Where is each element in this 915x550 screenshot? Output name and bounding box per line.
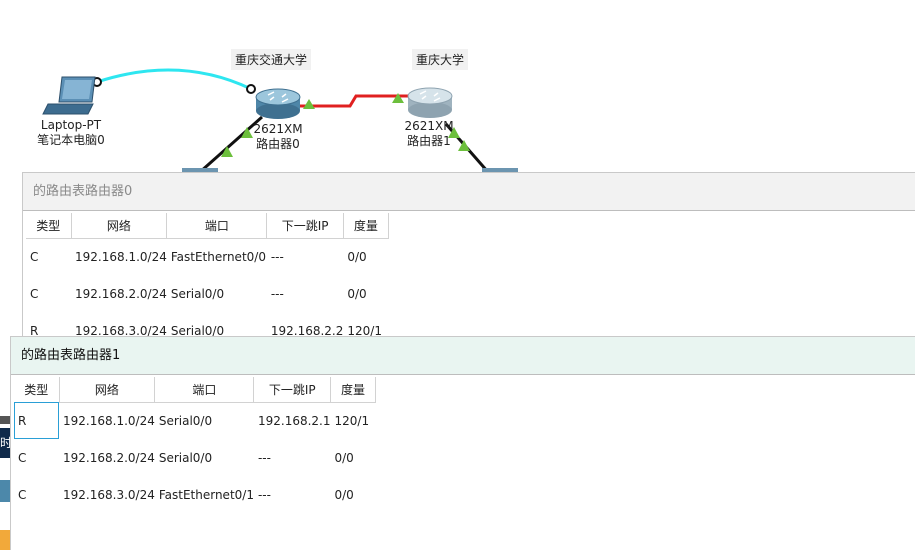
router0-label: 2621XM 路由器0 [248,122,308,152]
laptop-model: Laptop-PT [40,118,102,132]
link-up-indicator [303,99,315,109]
side-device-icon [0,480,10,502]
side-panel-fragment: 时 [0,428,10,458]
table-row[interactable]: C 192.168.3.0/24 FastEthernet0/1 --- 0/0 [14,476,376,513]
router0-name: 路由器0 [256,137,300,151]
column-header-next-hop[interactable]: 下一跳IP [253,377,331,403]
cell-metric[interactable]: 120/1 [331,402,376,439]
cell-network[interactable]: 192.168.2.0/24 [59,439,155,476]
routing-table-window-router0[interactable]: 的路由表路由器0 类型 网络 端口 下一跳IP 度量 C 192.168.1.0… [22,172,915,342]
router1-name: 路由器1 [407,134,451,148]
column-header-next-hop[interactable]: 下一跳IP [266,213,344,239]
topology-links [42,68,518,174]
cell-metric[interactable]: 0/0 [343,238,388,275]
cell-type[interactable]: C [26,238,71,275]
cell-port[interactable]: Serial0/0 [155,439,254,476]
routing-table-window-router1[interactable]: 的路由表路由器1 类型 网络 端口 下一跳IP 度量 R 192.168.1.0… [10,336,915,550]
laptop-name: 笔记本电脑0 [37,133,105,147]
cell-next-hop[interactable]: --- [254,439,331,476]
column-header-network[interactable]: 网络 [59,377,156,403]
table-row[interactable]: C 192.168.2.0/24 Serial0/0 --- 0/0 [26,275,388,312]
table-header-row: 类型 网络 端口 下一跳IP 度量 [26,213,389,239]
table-row[interactable]: R 192.168.1.0/24 Serial0/0 192.168.2.1 1… [14,402,376,439]
side-panel-fragment [0,416,10,424]
router0-model: 2621XM [253,122,303,136]
routing-table: 类型 网络 端口 下一跳IP 度量 C 192.168.1.0/24 FastE… [26,213,389,349]
router1-label: 2621XM 路由器1 [399,119,459,149]
side-fragment-text: 时 [0,436,10,450]
column-header-port[interactable]: 端口 [166,213,268,239]
cell-type[interactable]: C [14,476,59,513]
router0-site-label: 重庆交通大学 [231,49,312,70]
window-title[interactable]: 的路由表路由器1 [11,337,915,375]
column-header-port[interactable]: 端口 [154,377,255,403]
cell-port[interactable]: Serial0/0 [155,402,254,439]
cell-type[interactable]: C [26,275,71,312]
console-port-dot [246,84,256,94]
window-title[interactable]: 的路由表路由器0 [23,173,915,211]
cell-next-hop[interactable]: 192.168.2.1 [254,402,331,439]
router1-model: 2621XM [404,119,454,133]
cell-port[interactable]: FastEthernet0/1 [155,476,254,513]
cell-network[interactable]: 192.168.3.0/24 [59,476,155,513]
cell-port[interactable]: Serial0/0 [167,275,267,312]
column-header-type[interactable]: 类型 [14,377,60,403]
laptop-label: Laptop-PT 笔记本电脑0 [30,118,112,148]
cell-type[interactable]: R [14,402,59,439]
router1-site-label: 重庆大学 [412,49,469,70]
column-header-network[interactable]: 网络 [71,213,168,239]
table-header-row: 类型 网络 端口 下一跳IP 度量 [14,377,376,403]
router-icon[interactable] [255,88,301,119]
cell-network[interactable]: 192.168.1.0/24 [59,402,155,439]
cell-metric[interactable]: 0/0 [331,476,376,513]
cell-next-hop[interactable]: --- [267,238,344,275]
routing-table: 类型 网络 端口 下一跳IP 度量 R 192.168.1.0/24 Seria… [14,377,376,513]
cell-metric[interactable]: 0/0 [343,275,388,312]
router-icon[interactable] [407,87,453,118]
cell-type[interactable]: C [14,439,59,476]
cell-next-hop[interactable]: --- [254,476,331,513]
column-header-metric[interactable]: 度量 [330,377,376,403]
console-cable[interactable] [96,68,252,91]
column-header-type[interactable]: 类型 [26,213,72,239]
cell-metric[interactable]: 0/0 [331,439,376,476]
cell-network[interactable]: 192.168.1.0/24 [71,238,167,275]
cell-port[interactable]: FastEthernet0/0 [167,238,267,275]
column-header-metric[interactable]: 度量 [343,213,389,239]
workspace-canvas[interactable]: Laptop-PT 笔记本电脑0 重庆交通大学 重庆大学 2621XM 路由器0… [0,0,915,550]
laptop-icon[interactable] [42,76,96,115]
cell-next-hop[interactable]: --- [267,275,344,312]
cell-network[interactable]: 192.168.2.0/24 [71,275,167,312]
side-device-icon [0,530,10,550]
table-row[interactable]: C 192.168.2.0/24 Serial0/0 --- 0/0 [14,439,376,476]
table-row[interactable]: C 192.168.1.0/24 FastEthernet0/0 --- 0/0 [26,238,388,275]
